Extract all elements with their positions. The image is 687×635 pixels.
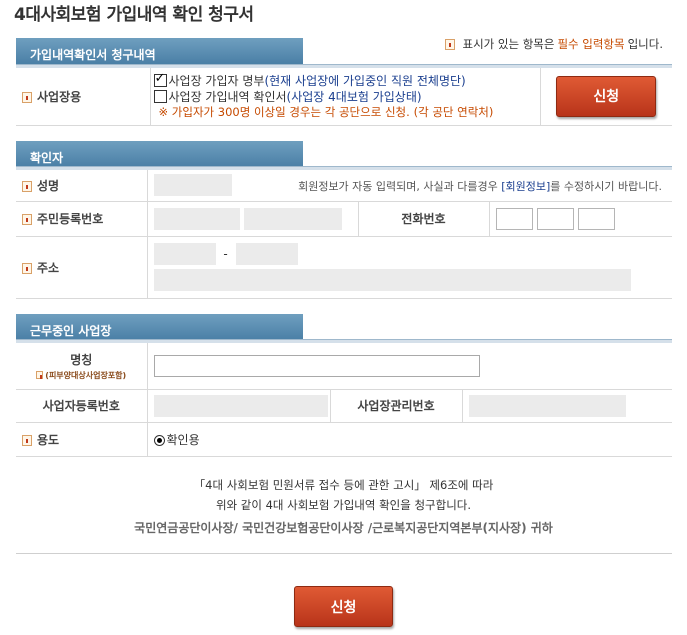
member-list-checkbox[interactable] xyxy=(153,71,167,87)
required-icon xyxy=(22,91,32,103)
note-text-post: 를 수정하시기 바랍니다. xyxy=(550,180,662,194)
workplace-name-input[interactable] xyxy=(153,354,480,377)
phone-part3-input[interactable] xyxy=(577,207,615,230)
row-label-purpose: 용도 xyxy=(16,422,148,457)
phone-part2-input[interactable] xyxy=(536,207,574,230)
row-label-name: 성명 xyxy=(16,170,148,202)
option1-label: 사업장 가입자 명부 xyxy=(168,73,265,88)
row-label-rrn: 주민등록번호 xyxy=(16,201,148,237)
name-label: 성명 xyxy=(37,178,60,193)
address-label: 주소 xyxy=(37,260,60,275)
member-info-link[interactable]: [회원정보] xyxy=(501,180,550,193)
agency-contact-link[interactable]: (각 공단 연락처) xyxy=(414,104,494,120)
zip-front-field xyxy=(153,243,216,265)
apply-button-bottom-wrap: 신청 xyxy=(294,586,393,627)
mgmtno-field xyxy=(468,394,626,417)
notice-line1: 「4대 사회보험 민원서류 접수 등에 관한 고시」 제6조에 따라 xyxy=(193,478,494,492)
zip-separator: - xyxy=(223,246,228,261)
purpose-cell: 확인용 xyxy=(147,422,672,457)
purpose-radio[interactable] xyxy=(153,434,165,446)
mgmtno-label: 사업장관리번호 xyxy=(329,389,463,423)
row-label-business-use: 사업장용 xyxy=(16,68,151,126)
required-icon xyxy=(22,214,32,225)
request-table: 사업장용 사업장 가입자 명부(현재 사업장에 가입중인 직원 전체명단) 사업… xyxy=(16,68,672,126)
note-row: ※ 가입자가 300명 이상일 경우는 각 공단으로 신청. (각 공단 연락처… xyxy=(154,104,540,120)
legend-required: 필수 입력항목 xyxy=(557,37,625,51)
phone-cell xyxy=(489,201,672,237)
required-icon xyxy=(22,180,32,192)
required-icon xyxy=(22,434,32,446)
address-field xyxy=(153,269,631,291)
workplace-table: 명칭 (피부양대상사업장포함) 사업자등록번호 사업장관리번호 용도 확인용 xyxy=(16,343,672,457)
workplace-name-cell xyxy=(147,343,672,390)
limit-note: ※ 가입자가 300명 이상일 경우는 각 공단으로 신청. xyxy=(158,105,410,120)
row-label-address: 주소 xyxy=(16,236,148,299)
section-tab-workplace: 근무중인 사업장 xyxy=(16,314,303,340)
rrn-cell xyxy=(147,201,358,237)
workplace-name-sublabel: (피부양대상사업장포함) xyxy=(45,370,127,380)
required-icon xyxy=(22,262,32,274)
required-icon xyxy=(444,38,455,50)
note-text-pre: 회원정보가 자동 입력되며, 사실과 다를경우 xyxy=(298,180,502,194)
name-cell: 회원정보가 자동 입력되며, 사실과 다를경우 [회원정보]를 수정하시기 바랍… xyxy=(147,170,672,202)
rrn-front-field xyxy=(153,207,240,230)
option-member-list[interactable]: 사업장 가입자 명부(현재 사업장에 가입중인 직원 전체명단) xyxy=(153,71,540,88)
bizno-label: 사업자등록번호 xyxy=(16,389,148,423)
option-enrollment-confirm[interactable]: 사업장 가입내역 확인서 (사업장 4대보험 가입상태) xyxy=(153,88,540,104)
zip-back-field xyxy=(235,243,298,265)
required-legend: 표시가 있는 항목은 필수 입력항목 입니다. xyxy=(444,36,663,52)
option1-desc: (현재 사업장에 가입중인 직원 전체명단) xyxy=(264,73,466,88)
apply-button-top[interactable]: 신청 xyxy=(556,75,657,117)
apply-cell: 신청 xyxy=(540,68,672,126)
bizno-cell xyxy=(147,389,330,423)
enrollment-confirm-checkbox[interactable] xyxy=(153,89,167,103)
recipient-signature: 국민연금공단이사장/ 국민건강보험공단이사장 /근로복지공단지역본부(지사장) … xyxy=(134,521,553,535)
request-options-cell: 사업장 가입자 명부(현재 사업장에 가입중인 직원 전체명단) 사업장 가입내… xyxy=(150,68,541,126)
option2-label: 사업장 가입내역 확인서 xyxy=(168,89,287,104)
legend-suffix: 입니다. xyxy=(627,37,663,51)
phone-label: 전화번호 xyxy=(357,201,490,237)
page-title: 4대사회보험 가입내역 확인 청구서 xyxy=(14,5,254,25)
rrn-back-field xyxy=(244,207,343,230)
legend-prefix: 표시가 있는 항목은 xyxy=(462,37,555,51)
notice-line2: 위와 같이 4대 사회보험 가입내역 확인을 청구합니다. xyxy=(215,498,472,512)
rrn-label: 주민등록번호 xyxy=(37,212,104,226)
address-cell: - xyxy=(147,236,672,299)
purpose-label: 용도 xyxy=(37,432,60,447)
section-tab-request: 가입내역확인서 청구내역 xyxy=(16,38,303,64)
footer-divider xyxy=(16,553,672,554)
purpose-option-label: 확인용 xyxy=(166,432,200,447)
member-info-note: 회원정보가 자동 입력되며, 사실과 다를경우 [회원정보]를 수정하시기 바랍… xyxy=(298,178,662,194)
bizno-field xyxy=(153,394,328,417)
apply-button-bottom[interactable]: 신청 xyxy=(294,586,393,627)
name-value-field xyxy=(153,174,232,197)
workplace-name-label: 명칭 xyxy=(70,352,93,367)
row-label-text: 사업장용 xyxy=(37,89,82,104)
option2-desc: (사업장 4대보험 가입상태) xyxy=(286,89,422,104)
required-icon xyxy=(36,371,44,380)
section-tab-verifier: 확인자 xyxy=(16,141,303,167)
row-label-workplace-name: 명칭 (피부양대상사업장포함) xyxy=(16,343,148,390)
mgmtno-cell xyxy=(462,389,672,423)
verifier-table: 성명 회원정보가 자동 입력되며, 사실과 다를경우 [회원정보]를 수정하시기… xyxy=(16,170,672,299)
phone-part1-input[interactable] xyxy=(495,207,533,230)
